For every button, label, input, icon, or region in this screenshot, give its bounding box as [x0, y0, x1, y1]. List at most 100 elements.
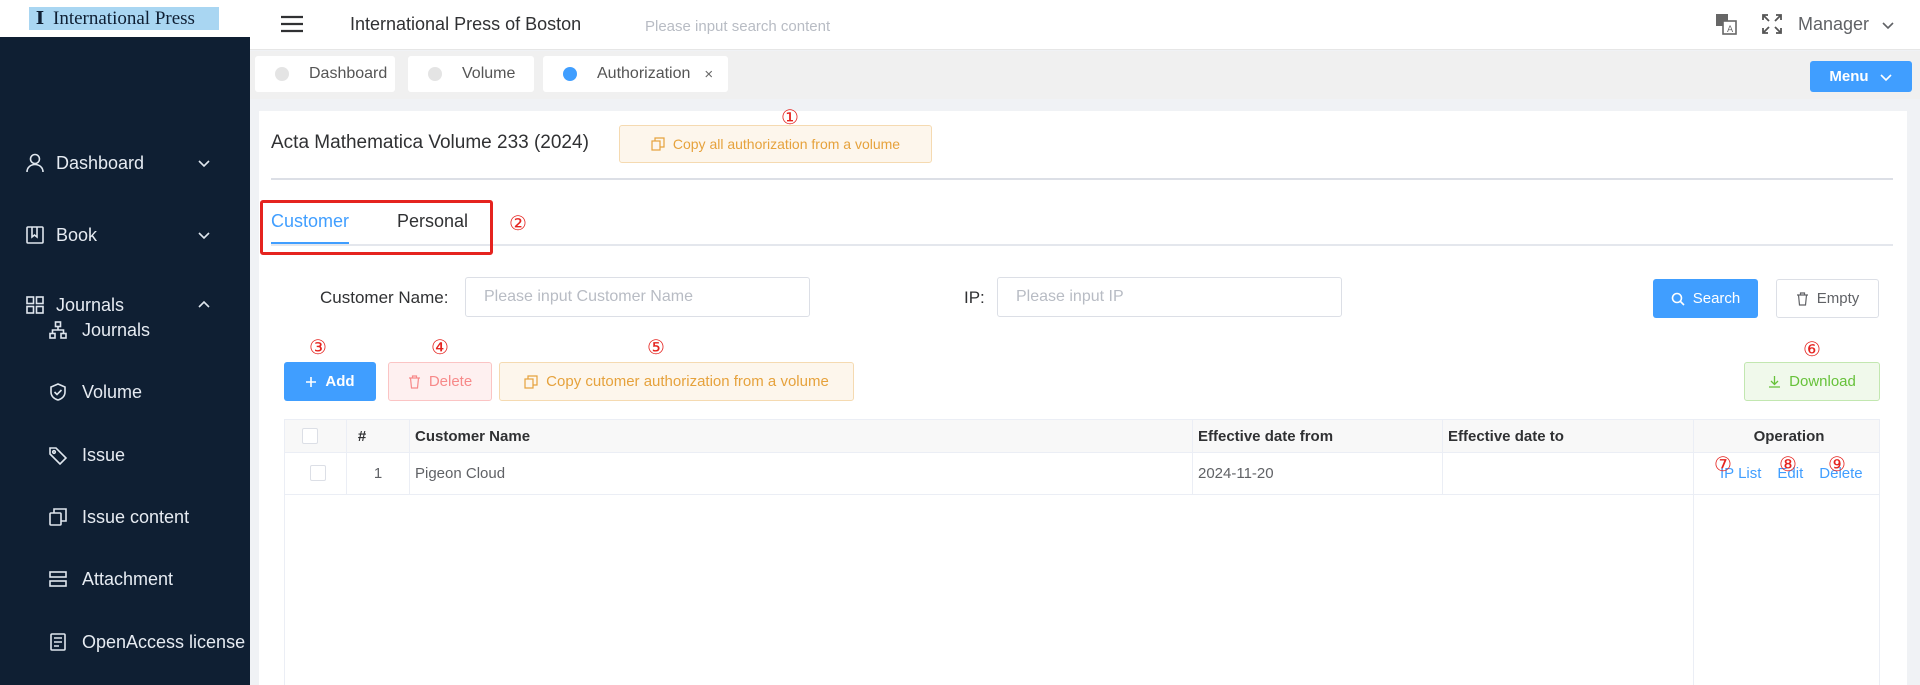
empty-button[interactable]: Empty [1776, 279, 1879, 318]
user-menu[interactable]: Manager [1798, 14, 1895, 35]
fullscreen-icon[interactable] [1762, 14, 1782, 34]
ip-label: IP: [964, 288, 985, 307]
document-icon [50, 633, 66, 651]
sidebar-subitem-volume[interactable]: Volume [0, 370, 250, 414]
sidebar-item-dashboard[interactable]: Dashboard [0, 141, 250, 185]
ip-input[interactable] [997, 277, 1342, 317]
tab-authorization[interactable]: Authorization × [543, 56, 728, 92]
cell-index: 1 [373, 464, 383, 482]
logo-text: International Press [53, 7, 195, 29]
customer-table: # Customer Name Effective date from Effe… [284, 419, 1880, 685]
book-icon [26, 226, 44, 244]
translate-icon[interactable]: A [1714, 12, 1738, 36]
select-all-checkbox[interactable] [302, 420, 322, 452]
trash-icon [1796, 291, 1808, 306]
customer-name-label: Customer Name: [320, 288, 449, 307]
global-search-input[interactable] [645, 13, 945, 39]
column-divider [1693, 420, 1694, 685]
top-header: International Press of Boston A Manager [250, 0, 1920, 50]
type-tabs: Customer Personal [259, 201, 1893, 247]
annotation-marker-2: ② [509, 211, 527, 235]
cell-date-to [1448, 452, 1688, 494]
delete-button[interactable]: Delete [388, 362, 492, 401]
search-button[interactable]: Search [1653, 279, 1758, 318]
add-button[interactable]: Add [284, 362, 376, 401]
sidebar-subitem-issue[interactable]: Issue [0, 433, 250, 477]
header-date-to: Effective date to [1448, 420, 1688, 452]
sitemap-icon [49, 321, 67, 339]
sidebar-subitem-issue-content[interactable]: Issue content [0, 495, 250, 539]
stack-icon [49, 571, 67, 587]
tab-dashboard[interactable]: Dashboard [255, 56, 395, 92]
sidebar-subitem-attachment[interactable]: Attachment [0, 557, 250, 601]
cell-operations: IP List Edit Delete [1720, 452, 1890, 494]
chevron-down-icon [198, 232, 210, 240]
column-divider [1442, 420, 1443, 494]
copy-all-label: Copy all authorization from a volume [672, 136, 901, 152]
close-icon[interactable]: × [704, 66, 713, 83]
user-icon [26, 153, 44, 173]
sidebar-subitem-label: Volume [82, 381, 143, 402]
plus-icon [306, 376, 317, 387]
logo: I International Press [0, 0, 250, 37]
sidebar-subitem-journals[interactable]: Journals [0, 308, 250, 352]
annotation-marker-4: ④ [431, 335, 449, 359]
sidebar-item-book[interactable]: Book [0, 213, 250, 257]
sidebar-subitem-openaccess-license[interactable]: OpenAccess license [0, 620, 250, 664]
row-checkbox[interactable] [310, 452, 330, 494]
page-title: Acta Mathematica Volume 233 (2024) [271, 132, 589, 153]
tag-icon [49, 447, 68, 465]
chevron-down-icon [1880, 73, 1892, 81]
svg-text:A: A [1727, 25, 1734, 35]
sidebar-subitem-label: OpenAccess license [82, 631, 246, 652]
tab-status-dot [563, 67, 577, 81]
sidebar-item-label: Book [56, 224, 98, 245]
chevron-down-icon [1882, 21, 1894, 29]
title-divider [271, 178, 1893, 180]
annotation-highlight-box [260, 200, 493, 255]
shield-icon [50, 383, 66, 401]
main-card: Acta Mathematica Volume 233 (2024) Copy … [259, 107, 1907, 685]
copy-icon [651, 137, 665, 151]
add-label: Add [325, 373, 355, 390]
copy-icon [524, 374, 538, 389]
customer-name-input[interactable] [465, 277, 810, 317]
sidebar: I International Press Dashboard Book Jou… [0, 0, 250, 685]
row-divider [285, 494, 1879, 495]
annotation-marker-5: ⑤ [647, 335, 665, 359]
download-button[interactable]: Download [1744, 362, 1880, 401]
column-divider [1192, 420, 1193, 494]
tab-label: Dashboard [309, 65, 388, 82]
trash-icon [408, 374, 420, 389]
sidebar-subitem-label: Journals [82, 319, 151, 340]
logo-mark: I [35, 8, 45, 29]
menu-button-label: Menu [1829, 68, 1869, 85]
hamburger-icon[interactable] [280, 14, 304, 34]
annotation-marker-9: ⑨ [1828, 452, 1846, 476]
tab-status-dot [428, 67, 442, 81]
cell-customer-name: Pigeon Cloud [415, 464, 506, 482]
user-name: Manager [1798, 14, 1870, 34]
search-icon [1671, 292, 1685, 306]
sidebar-subitem-label: Attachment [82, 568, 174, 589]
tab-status-dot [275, 67, 289, 81]
sidebar-subitem-label: Issue [82, 444, 126, 465]
header-customer-name: Customer Name [415, 420, 1015, 452]
copy-icon [49, 508, 67, 526]
menu-button[interactable]: Menu [1810, 61, 1912, 92]
copy-all-authorization-button[interactable]: Copy all authorization from a volume [619, 125, 932, 163]
delete-label: Delete [428, 373, 473, 390]
tab-volume[interactable]: Volume [408, 56, 534, 92]
sidebar-subitem-label: Issue content [82, 506, 190, 527]
site-title: International Press of Boston [350, 14, 582, 34]
annotation-marker-1: ① [781, 105, 799, 129]
search-label: Search [1692, 290, 1741, 307]
annotation-marker-3: ③ [309, 335, 327, 359]
copy-customer-authorization-button[interactable]: Copy cutomer authorization from a volume [499, 362, 854, 401]
tabs-divider [271, 244, 1893, 246]
header-date-from: Effective date from [1198, 420, 1438, 452]
download-icon [1769, 376, 1781, 388]
header-index: # [347, 420, 377, 452]
download-label: Download [1789, 373, 1856, 390]
checkbox [302, 428, 318, 444]
